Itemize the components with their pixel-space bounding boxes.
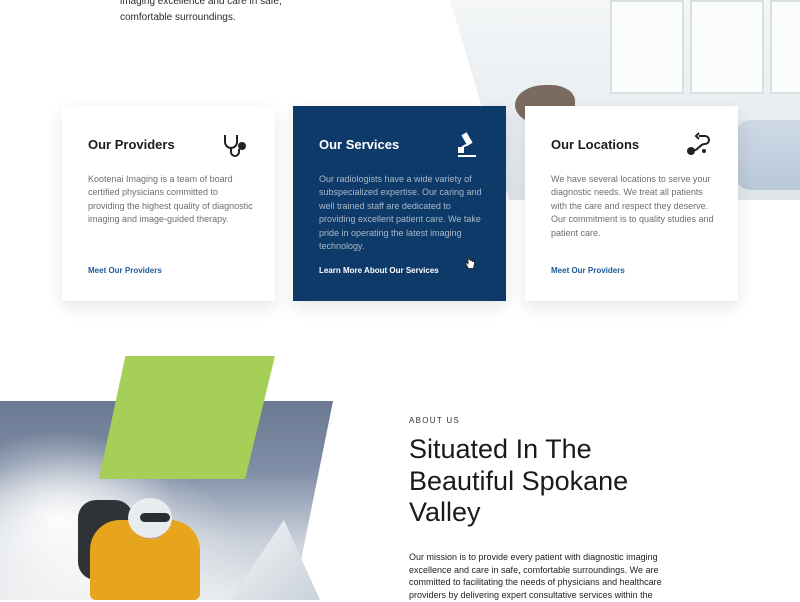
stethoscope-icon (224, 135, 246, 157)
meet-providers-link[interactable]: Meet Our Providers (551, 266, 625, 275)
window-pane (770, 0, 800, 94)
route-icon (687, 132, 710, 155)
hand-cursor-icon (465, 256, 475, 269)
accent-shape (99, 356, 275, 479)
card-title: Our Services (319, 137, 400, 152)
about-heading: Situated In The Beautiful Spokane Valley (409, 434, 629, 527)
card-title: Our Locations (551, 137, 640, 152)
card-services: Our Services Our radiologists have a wid… (293, 106, 506, 301)
meet-providers-link[interactable]: Meet Our Providers (88, 266, 162, 275)
learn-more-services-link[interactable]: Learn More About Our Services (319, 266, 439, 275)
card-body: Our radiologists have a wide variety of … (319, 174, 482, 252)
card-body: We have several locations to serve your … (551, 174, 714, 238)
about-body: Our mission is to provide every patient … (409, 552, 662, 601)
window-pane (690, 0, 764, 94)
hero-text-line: imaging excellence and care in safe, (120, 0, 282, 7)
hero-text: imaging excellence and care in safe, com… (120, 0, 320, 26)
card-title: Our Providers (88, 137, 175, 152)
card-body: Kootenai Imaging is a team of board cert… (88, 174, 253, 225)
patient-gown (735, 120, 800, 190)
about-eyebrow: ABOUT US (409, 416, 461, 425)
hero-text-line: comfortable surroundings. (120, 12, 236, 23)
card-locations: Our Locations We have several locations … (525, 106, 738, 301)
window-pane (610, 0, 684, 94)
microscope-icon (458, 132, 476, 157)
skier-goggles (140, 513, 170, 522)
card-providers: Our Providers Kootenai Imaging is a team… (62, 106, 275, 301)
